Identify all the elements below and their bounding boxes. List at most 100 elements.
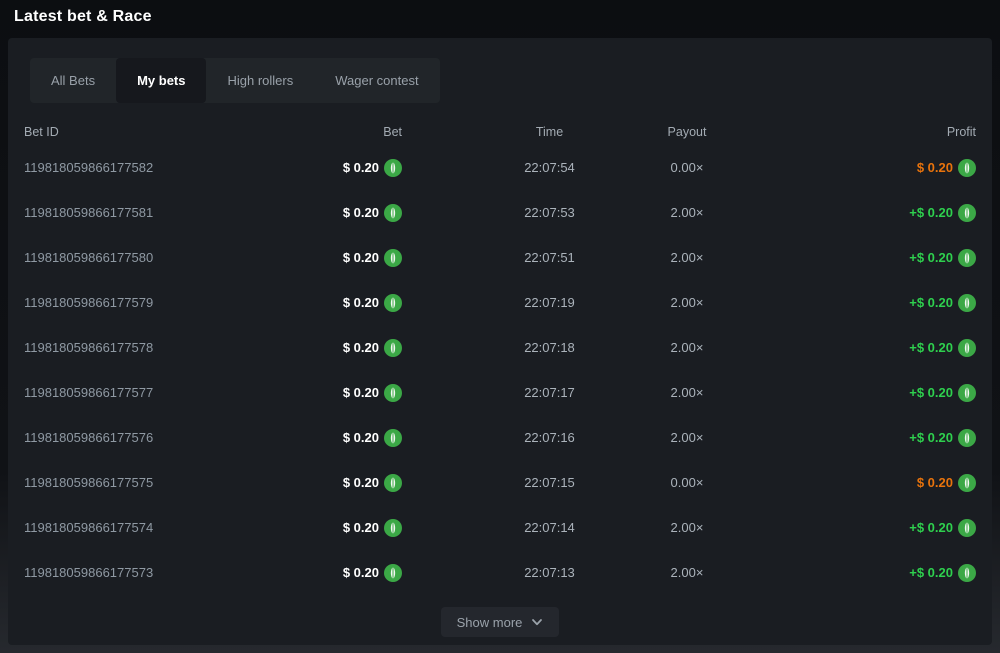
latest-bet-and-race-section: Latest bet & Race All Bets My bets High …: [0, 0, 1000, 653]
green-coin-icon: [384, 384, 402, 402]
bet-amount: $ 0.20: [274, 564, 402, 582]
table-row[interactable]: 119818059866177582 $ 0.20 22:07:54 0.00×…: [24, 145, 976, 190]
bet-amount-value: $ 0.20: [343, 250, 379, 265]
green-coin-icon: [384, 159, 402, 177]
green-coin-icon: [384, 339, 402, 357]
green-coin-icon: [384, 204, 402, 222]
tab-label: All Bets: [51, 73, 95, 88]
bet-amount-value: $ 0.20: [343, 520, 379, 535]
bet-time: 22:07:17: [402, 385, 657, 400]
bet-payout: 2.00×: [657, 520, 787, 535]
table-row[interactable]: 119818059866177576 $ 0.20 22:07:16 2.00×…: [24, 415, 976, 460]
show-more-container: Show more: [24, 607, 976, 637]
bet-time: 22:07:16: [402, 430, 657, 445]
tab-all-bets[interactable]: All Bets: [30, 58, 116, 103]
green-coin-icon: [384, 564, 402, 582]
bet-profit-value: +$ 0.20: [909, 205, 953, 220]
bet-profit: +$ 0.20: [787, 519, 976, 537]
bet-payout: 2.00×: [657, 430, 787, 445]
green-coin-icon: [958, 474, 976, 492]
green-coin-icon: [384, 429, 402, 447]
green-coin-icon: [958, 249, 976, 267]
bet-id: 119818059866177578: [24, 340, 274, 355]
bet-payout: 2.00×: [657, 565, 787, 580]
bet-amount: $ 0.20: [274, 249, 402, 267]
green-coin-icon: [958, 384, 976, 402]
bet-tabs: All Bets My bets High rollers Wager cont…: [30, 58, 440, 103]
tab-label: Wager contest: [335, 73, 418, 88]
show-more-button[interactable]: Show more: [441, 607, 560, 637]
bet-profit: +$ 0.20: [787, 384, 976, 402]
bet-id: 119818059866177579: [24, 295, 274, 310]
bet-payout: 2.00×: [657, 340, 787, 355]
table-row[interactable]: 119818059866177580 $ 0.20 22:07:51 2.00×…: [24, 235, 976, 280]
green-coin-icon: [958, 204, 976, 222]
bet-amount: $ 0.20: [274, 519, 402, 537]
bet-profit: +$ 0.20: [787, 204, 976, 222]
bet-time: 22:07:54: [402, 160, 657, 175]
green-coin-icon: [384, 474, 402, 492]
bet-amount: $ 0.20: [274, 159, 402, 177]
bet-id: 119818059866177577: [24, 385, 274, 400]
bet-profit-value: +$ 0.20: [909, 295, 953, 310]
bet-profit: +$ 0.20: [787, 249, 976, 267]
show-more-label: Show more: [457, 615, 523, 630]
bet-amount: $ 0.20: [274, 294, 402, 312]
green-coin-icon: [384, 294, 402, 312]
bet-time: 22:07:18: [402, 340, 657, 355]
bet-amount-value: $ 0.20: [343, 430, 379, 445]
bet-payout: 0.00×: [657, 160, 787, 175]
table-header: Bet ID Bet Time Payout Profit: [24, 119, 976, 145]
green-coin-icon: [384, 519, 402, 537]
bet-time: 22:07:19: [402, 295, 657, 310]
green-coin-icon: [958, 339, 976, 357]
table-row[interactable]: 119818059866177573 $ 0.20 22:07:13 2.00×…: [24, 550, 976, 595]
table-row[interactable]: 119818059866177577 $ 0.20 22:07:17 2.00×…: [24, 370, 976, 415]
bet-amount-value: $ 0.20: [343, 385, 379, 400]
bet-amount: $ 0.20: [274, 204, 402, 222]
bet-payout: 0.00×: [657, 475, 787, 490]
bet-profit-value: $ 0.20: [917, 160, 953, 175]
bet-profit-value: +$ 0.20: [909, 430, 953, 445]
table-row[interactable]: 119818059866177574 $ 0.20 22:07:14 2.00×…: [24, 505, 976, 550]
bet-amount: $ 0.20: [274, 474, 402, 492]
chevron-down-icon: [531, 616, 543, 628]
bet-payout: 2.00×: [657, 205, 787, 220]
bet-profit: +$ 0.20: [787, 429, 976, 447]
bet-profit-value: $ 0.20: [917, 475, 953, 490]
bet-profit-value: +$ 0.20: [909, 385, 953, 400]
bet-time: 22:07:13: [402, 565, 657, 580]
page-title: Latest bet & Race: [14, 8, 986, 26]
tab-label: High rollers: [227, 73, 293, 88]
bet-profit: $ 0.20: [787, 159, 976, 177]
bet-amount: $ 0.20: [274, 339, 402, 357]
table-row[interactable]: 119818059866177575 $ 0.20 22:07:15 0.00×…: [24, 460, 976, 505]
bet-amount-value: $ 0.20: [343, 565, 379, 580]
bet-time: 22:07:14: [402, 520, 657, 535]
column-header-bet: Bet: [274, 125, 402, 139]
table-body: 119818059866177582 $ 0.20 22:07:54 0.00×…: [24, 145, 976, 595]
table-row[interactable]: 119818059866177579 $ 0.20 22:07:19 2.00×…: [24, 280, 976, 325]
bets-panel: All Bets My bets High rollers Wager cont…: [8, 38, 992, 645]
tab-high-rollers[interactable]: High rollers: [206, 58, 314, 103]
bet-id: 119818059866177580: [24, 250, 274, 265]
column-header-bet-id: Bet ID: [24, 125, 274, 139]
bet-time: 22:07:51: [402, 250, 657, 265]
bet-profit-value: +$ 0.20: [909, 250, 953, 265]
column-header-time: Time: [402, 125, 657, 139]
bet-amount: $ 0.20: [274, 384, 402, 402]
table-row[interactable]: 119818059866177578 $ 0.20 22:07:18 2.00×…: [24, 325, 976, 370]
bet-profit: +$ 0.20: [787, 294, 976, 312]
bet-profit-value: +$ 0.20: [909, 565, 953, 580]
tab-wager-contest[interactable]: Wager contest: [314, 58, 439, 103]
bet-id: 119818059866177574: [24, 520, 274, 535]
bet-id: 119818059866177576: [24, 430, 274, 445]
green-coin-icon: [384, 249, 402, 267]
bet-payout: 2.00×: [657, 295, 787, 310]
column-header-profit: Profit: [787, 125, 976, 139]
bet-amount-value: $ 0.20: [343, 340, 379, 355]
table-row[interactable]: 119818059866177581 $ 0.20 22:07:53 2.00×…: [24, 190, 976, 235]
bet-profit-value: +$ 0.20: [909, 340, 953, 355]
tab-my-bets[interactable]: My bets: [116, 58, 206, 103]
bet-amount-value: $ 0.20: [343, 205, 379, 220]
